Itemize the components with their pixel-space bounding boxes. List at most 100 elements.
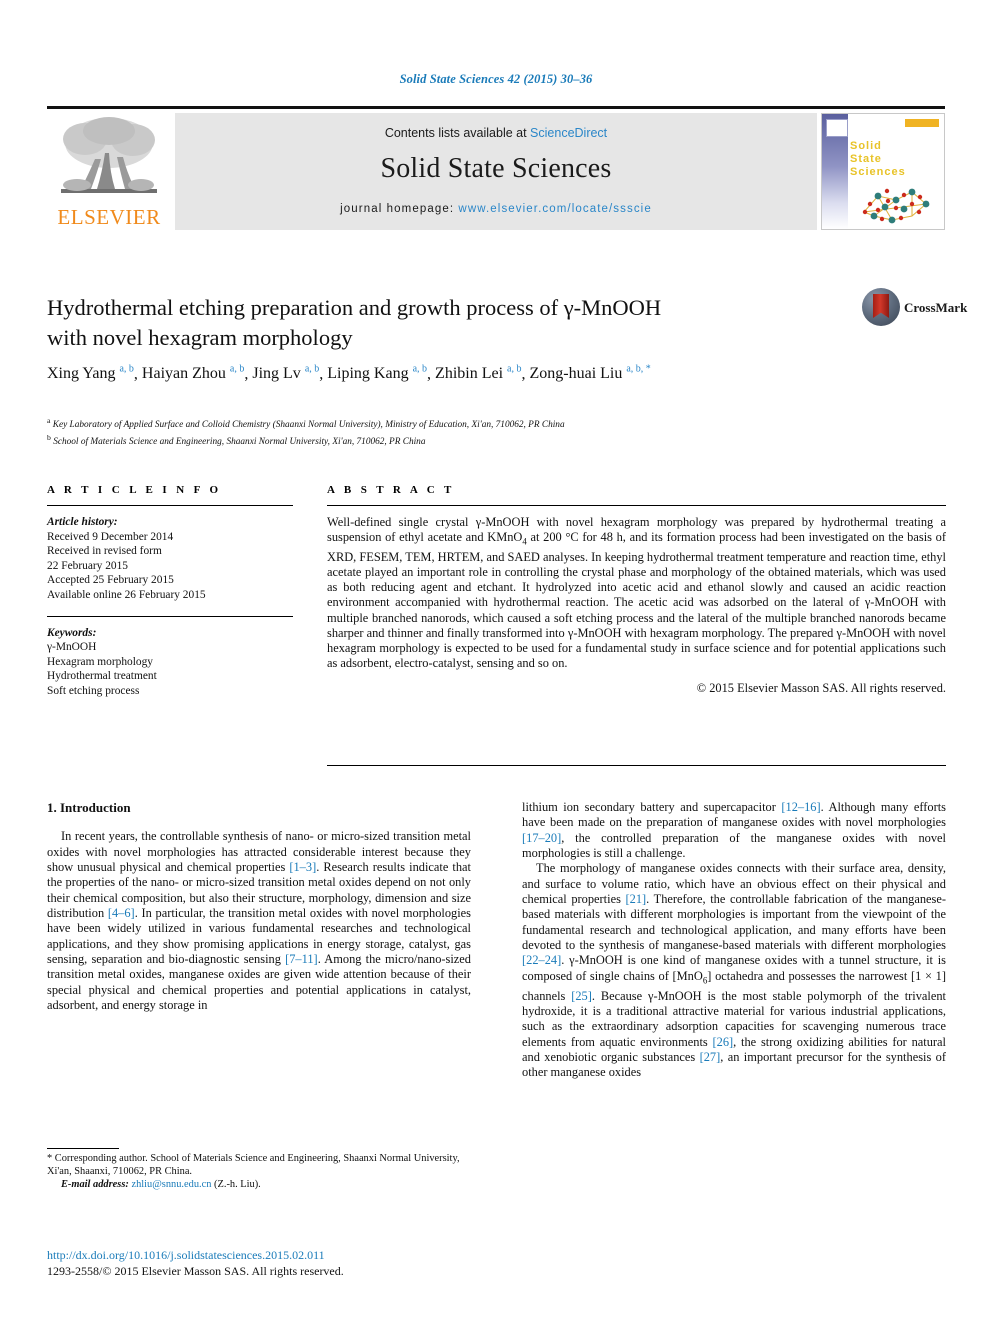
article-history-label: Article history:	[47, 516, 118, 528]
history-line: 22 February 2015	[47, 559, 128, 572]
author-affil-marks: a, b, *	[626, 364, 651, 375]
elsevier-tree-icon	[61, 117, 157, 193]
history-line: Available online 26 February 2015	[47, 588, 206, 601]
paper-page: Solid State Sciences 42 (2015) 30–36 ELS…	[0, 0, 992, 1323]
journal-homepage-line: journal homepage: www.elsevier.com/locat…	[175, 203, 817, 215]
elsevier-logo: ELSEVIER	[47, 113, 171, 233]
abstract-rule	[327, 505, 946, 506]
masthead-banner: Contents lists available at ScienceDirec…	[175, 113, 817, 230]
keyword-item: Hydrothermal treatment	[47, 670, 157, 683]
author-item: Xing Yang a, b	[47, 364, 134, 382]
author-name[interactable]: Zhibin Lei	[435, 365, 503, 382]
right-text-a: lithium ion secondary battery and superc…	[522, 800, 782, 814]
article-info-column: A R T I C L E I N F O Article history: R…	[47, 484, 293, 699]
author-item: Zhibin Lei a, b	[435, 364, 522, 382]
email-link[interactable]: zhliu@snnu.edu.cn	[131, 1179, 211, 1190]
article-info-heading: A R T I C L E I N F O	[47, 484, 222, 496]
cover-title-line-3: Sciences	[850, 166, 906, 178]
citation-link[interactable]: [25]	[571, 989, 592, 1003]
affiliation-mark: a	[47, 416, 51, 425]
author-item: Jing Lv a, b	[252, 364, 320, 382]
keywords-block: Keywords: γ-MnOOH Hexagram morphology Hy…	[47, 626, 293, 699]
keywords-rule	[47, 615, 293, 617]
crystal-structure-icon	[862, 188, 930, 224]
affiliation-text: School of Materials Science and Engineer…	[53, 436, 426, 447]
cover-badge	[905, 119, 939, 127]
abstract-column: A B S T R A C T Well-defined single crys…	[327, 484, 946, 696]
author-name[interactable]: Xing Yang	[47, 365, 115, 382]
footnote-email-line: E-mail address: zhliu@snnu.edu.cn (Z.-h.…	[47, 1178, 471, 1191]
journal-masthead: ELSEVIER Contents lists available at Sci…	[47, 106, 945, 232]
article-title-line-1: Hydrothermal etching preparation and gro…	[47, 295, 662, 320]
author-name[interactable]: Liping Kang	[327, 365, 408, 382]
doi-link[interactable]: http://dx.doi.org/10.1016/j.solidstatesc…	[47, 1248, 547, 1263]
intro-paragraph-left: In recent years, the controllable synthe…	[47, 829, 471, 1013]
crossmark-circle-icon	[862, 288, 900, 326]
corresponding-author-footnote: * Corresponding author. School of Materi…	[47, 1152, 471, 1191]
issn-copyright-line: 1293-2558/© 2015 Elsevier Masson SAS. Al…	[47, 1264, 344, 1278]
citation-link[interactable]: [1–3]	[289, 860, 316, 874]
author-affil-marks: a, b	[507, 364, 522, 375]
body-left-column: 1. Introduction In recent years, the con…	[47, 800, 471, 1013]
running-head: Solid State Sciences 42 (2015) 30–36	[399, 72, 593, 86]
citation-link[interactable]: [4–6]	[108, 906, 135, 920]
cover-title-line-1: Solid	[850, 140, 882, 152]
keyword-item: γ-MnOOH	[47, 641, 97, 654]
keyword-item: Soft etching process	[47, 684, 140, 697]
author-name[interactable]: Haiyan Zhou	[142, 365, 226, 382]
homepage-url-link[interactable]: www.elsevier.com/locate/ssscie	[458, 203, 651, 215]
abstract-heading: A B S T R A C T	[327, 484, 455, 496]
author-item: Zong-huai Liu a, b, *	[529, 364, 651, 382]
citation-link[interactable]: [12–16]	[781, 800, 820, 814]
affiliation-mark: b	[47, 432, 51, 442]
footnote-line: * Corresponding author. School of Materi…	[47, 1152, 471, 1178]
author-affil-marks: a, b	[412, 364, 428, 375]
keywords-label: Keywords:	[47, 626, 97, 639]
citation-link[interactable]: [27]	[700, 1050, 721, 1064]
affiliation-item: b School of Materials Science and Engine…	[47, 432, 837, 449]
crossmark-ribbon-icon	[873, 294, 889, 318]
email-suffix: (Z.-h. Liu).	[211, 1179, 261, 1190]
footnote-rule	[47, 1148, 119, 1149]
cover-title-text: Solid State Sciences	[850, 140, 906, 179]
article-history-block: Article history: Received 9 December 201…	[47, 515, 293, 603]
right-text-c: , the controlled preparation of the mang…	[522, 830, 946, 861]
citation-link[interactable]: [22–24]	[522, 953, 561, 967]
keyword-item: Hexagram morphology	[47, 655, 153, 668]
abstract-bottom-rule	[327, 765, 946, 766]
author-name[interactable]: Jing Lv	[252, 365, 300, 382]
homepage-label: journal homepage:	[340, 203, 459, 215]
author-affil-marks: a, b	[119, 364, 134, 375]
article-info-rule	[47, 505, 293, 506]
author-list: Xing Yang a, b, Haiyan Zhou a, b, Jing L…	[47, 364, 651, 383]
intro-paragraph-right-1: lithium ion secondary battery and superc…	[522, 800, 946, 861]
affiliation-item: a Key Laboratory of Applied Surface and …	[47, 415, 837, 432]
citation-link[interactable]: [21]	[626, 892, 647, 906]
author-affil-marks: a, b	[229, 364, 245, 375]
author-name[interactable]: Zong-huai Liu	[529, 365, 622, 382]
history-line: Received in revised form	[47, 545, 162, 558]
intro-paragraph-right-2: The morphology of manganese oxides conne…	[522, 861, 946, 1080]
crossmark-badge[interactable]: CrossMark	[862, 288, 967, 334]
footnote-text: Corresponding author. School of Material…	[47, 1153, 460, 1177]
cover-title-line-2: State	[850, 153, 882, 165]
author-item: Haiyan Zhou a, b	[142, 364, 245, 382]
section-heading-introduction: 1. Introduction	[47, 800, 131, 815]
article-title: Hydrothermal etching preparation and gro…	[47, 293, 807, 353]
journal-cover-thumbnail: Solid State Sciences	[821, 113, 945, 230]
contents-lists-prefix: Contents lists available at	[384, 126, 531, 140]
author-affil-marks: a, b	[304, 364, 320, 375]
sciencedirect-link[interactable]: ScienceDirect	[530, 126, 607, 140]
citation-link[interactable]: [7–11]	[285, 952, 318, 966]
affiliation-text: Key Laboratory of Applied Surface and Co…	[52, 420, 565, 431]
abstract-part-2: at 200 °C for 48 h, and its formation pr…	[327, 530, 946, 671]
cover-elsevier-mark	[826, 119, 848, 137]
article-title-line-2: with novel hexagram morphology	[47, 325, 353, 350]
affiliation-list: a Key Laboratory of Applied Surface and …	[47, 415, 837, 448]
citation-link[interactable]: [17–20]	[522, 831, 561, 845]
elsevier-wordmark: ELSEVIER	[57, 205, 161, 229]
body-right-column: lithium ion secondary battery and superc…	[522, 800, 946, 1081]
abstract-text: Well-defined single crystal γ-MnOOH with…	[327, 515, 946, 672]
contents-lists-line: Contents lists available at ScienceDirec…	[175, 126, 817, 140]
citation-link[interactable]: [26]	[713, 1035, 734, 1049]
